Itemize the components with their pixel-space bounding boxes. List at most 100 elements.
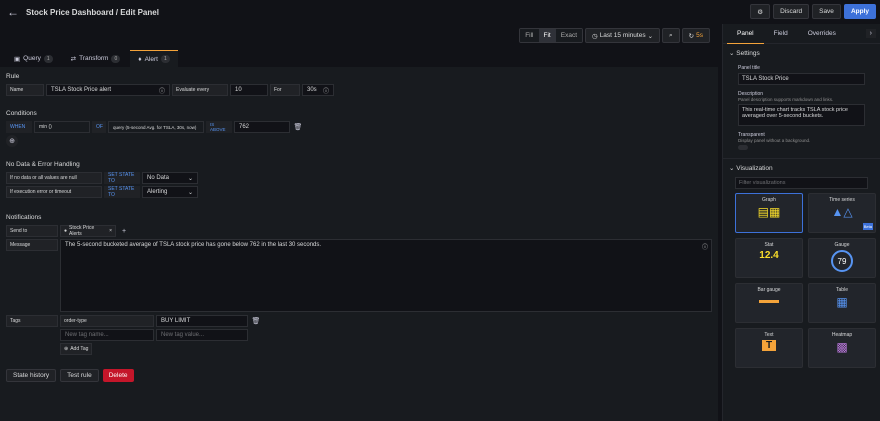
page-title: Stock Price Dashboard / Edit Panel — [26, 7, 159, 17]
close-icon[interactable]: × — [109, 228, 112, 234]
stat-value: 12.4 — [759, 250, 779, 261]
tab-query[interactable]: ▣ Query 1 — [6, 50, 61, 67]
viz-graph[interactable]: Graph ▤▦ — [735, 193, 803, 233]
table-icon: ▦ — [836, 295, 848, 309]
zoom-out-button[interactable]: ⌕ — [662, 28, 680, 43]
graph-icon: ▤▦ — [757, 205, 781, 219]
viz-gauge[interactable]: Gauge 79 — [808, 238, 876, 278]
for-input[interactable]: 30s ⓘ — [302, 84, 334, 96]
channel-icon: ● — [64, 228, 68, 234]
plus-circle-icon: ⊕ — [64, 346, 69, 352]
of-keyword[interactable]: OF — [92, 121, 106, 133]
query-select[interactable]: query (5-second Avg. for TSLA, 30s, now) — [108, 121, 204, 133]
tab-panel[interactable]: Panel — [727, 24, 764, 44]
tag-name-input[interactable]: order-type — [60, 315, 154, 327]
conditions-heading: Conditions — [6, 110, 37, 117]
notifications-heading: Notifications — [6, 214, 42, 221]
trash-icon[interactable]: 🗑 — [292, 121, 304, 133]
tab-field[interactable]: Field — [764, 24, 798, 44]
rule-heading: Rule — [6, 73, 20, 80]
channel-tag[interactable]: ● Stock Price Alerts × — [60, 225, 116, 237]
reducer-select[interactable]: min () — [34, 121, 90, 133]
exact-toggle[interactable]: Exact — [555, 29, 583, 42]
gauge-value: 79 — [831, 250, 853, 272]
settings-section[interactable]: ⌄ Settings — [723, 44, 880, 62]
heatmap-icon: ▩ — [836, 340, 848, 354]
top-bar: ← Stock Price Dashboard / Edit Panel ⚙ D… — [0, 0, 880, 24]
collapse-chevron-icon[interactable]: › — [865, 29, 876, 38]
back-arrow-icon[interactable]: ← — [0, 5, 26, 19]
chevron-down-icon: ⌄ — [187, 189, 193, 196]
alert-editor: Rule Name TSLA Stock Price alert ⓘ Evalua… — [0, 67, 718, 421]
viz-grid: Graph ▤▦ Time series ▲△ Beta Stat 12.4 Gauge… — [723, 193, 880, 368]
state-history-button[interactable]: State history — [6, 369, 57, 382]
options-pane: Panel Field Overrides › ⌄ Settings Panel… — [722, 24, 880, 421]
settings-gear-icon[interactable]: ⚙ — [750, 4, 771, 19]
tab-alert[interactable]: ♦ Alert 1 — [130, 50, 178, 67]
message-textarea[interactable]: The 5-second bucketed average of TSLA st… — [60, 239, 712, 312]
chevron-down-icon: ⌄ — [647, 32, 654, 40]
viz-time-series[interactable]: Time series ▲△ Beta — [808, 193, 876, 233]
clock-icon: ◷ — [592, 32, 598, 40]
nodata-state-select[interactable]: No Data ⌄ — [142, 172, 198, 184]
add-condition-plus-icon[interactable]: ⊕ — [6, 135, 18, 147]
info-icon: ⓘ — [158, 88, 165, 95]
message-label: Message — [6, 239, 58, 251]
tab-overrides[interactable]: Overrides — [798, 24, 846, 44]
info-icon: ⓘ — [701, 245, 708, 251]
threshold-input[interactable]: 762 — [234, 121, 290, 133]
new-tag-value-input[interactable]: New tag value... — [156, 329, 248, 341]
text-icon: T — [761, 340, 777, 351]
viz-stat[interactable]: Stat 12.4 — [735, 238, 803, 278]
apply-button[interactable]: Apply — [843, 4, 876, 19]
nodata-label: If no data or all values are null — [6, 172, 102, 184]
viz-bar-gauge[interactable]: Bar gauge ▬▬ — [735, 283, 803, 323]
set-state-keyword: SET STATE TO — [104, 172, 140, 184]
save-button[interactable]: Save — [812, 4, 841, 19]
viz-table[interactable]: Table ▦ — [808, 283, 876, 323]
evaluate-every-input[interactable]: 10 — [230, 84, 268, 96]
info-icon: ⓘ — [322, 88, 329, 95]
visualization-section[interactable]: ⌄ Visualization — [723, 159, 880, 177]
refresh-button[interactable]: ↻ 5s — [681, 28, 710, 43]
transparent-hint: Display panel without a background. — [738, 138, 811, 143]
description-textarea[interactable]: This real-time chart tracks TSLA stock p… — [738, 104, 865, 126]
set-state-keyword: SET STATE TO — [104, 186, 140, 198]
test-rule-button[interactable]: Test rule — [60, 369, 99, 382]
name-label: Name — [6, 84, 44, 96]
for-label: For — [270, 84, 300, 96]
panel-title-label: Panel title — [738, 65, 760, 71]
tab-transform[interactable]: ⇄ Transform 0 — [63, 50, 129, 67]
time-range-picker[interactable]: ◷ Last 15 minutes ⌄ — [585, 28, 661, 43]
discard-button[interactable]: Discard — [773, 4, 810, 19]
transparent-toggle[interactable] — [738, 145, 748, 150]
bell-icon: ♦ — [138, 55, 142, 63]
viz-text[interactable]: Text T — [735, 328, 803, 368]
tag-value-input[interactable]: BUY LIMIT — [156, 315, 248, 327]
viz-search-input[interactable]: Filter visualizations — [735, 177, 868, 189]
chevron-down-icon: ⌄ — [187, 175, 193, 182]
rule-name-input[interactable]: TSLA Stock Price alert ⓘ — [46, 84, 170, 96]
database-icon: ▣ — [14, 55, 21, 63]
new-tag-name-input[interactable]: New tag name... — [60, 329, 154, 341]
evaluator-select[interactable]: IS ABOVE — [206, 121, 232, 133]
nodata-heading: No Data & Error Handling — [6, 161, 80, 168]
add-tag-button[interactable]: ⊕ Add Tag — [60, 343, 93, 355]
fit-toggle[interactable]: Fit — [538, 29, 556, 42]
fill-toggle[interactable]: Fill — [520, 29, 539, 42]
error-label: If execution error or timeout — [6, 186, 102, 198]
trash-icon[interactable]: 🗑 — [250, 315, 262, 327]
delete-button[interactable]: Delete — [102, 369, 134, 382]
error-state-select[interactable]: Alerting ⌄ — [142, 186, 198, 198]
editor-tabs: ▣ Query 1 ⇄ Transform 0 ♦ Alert 1 — [0, 50, 718, 67]
view-toolbar: Fill Fit Exact ◷ Last 15 minutes ⌄ ⌕ ↻ 5s — [519, 28, 710, 43]
add-channel-plus-icon[interactable]: + — [118, 225, 130, 237]
evaluate-every-label: Evaluate every — [172, 84, 228, 96]
panel-title-input[interactable]: TSLA Stock Price — [738, 73, 865, 85]
viz-heatmap[interactable]: Heatmap ▩ — [808, 328, 876, 368]
editor-area: Fill Fit Exact ◷ Last 15 minutes ⌄ ⌕ ↻ 5s ▣… — [0, 24, 718, 421]
time-series-icon: ▲△ — [831, 205, 853, 219]
when-keyword[interactable]: WHEN — [6, 121, 32, 133]
refresh-icon: ↻ — [688, 32, 695, 40]
transform-icon: ⇄ — [70, 55, 77, 63]
